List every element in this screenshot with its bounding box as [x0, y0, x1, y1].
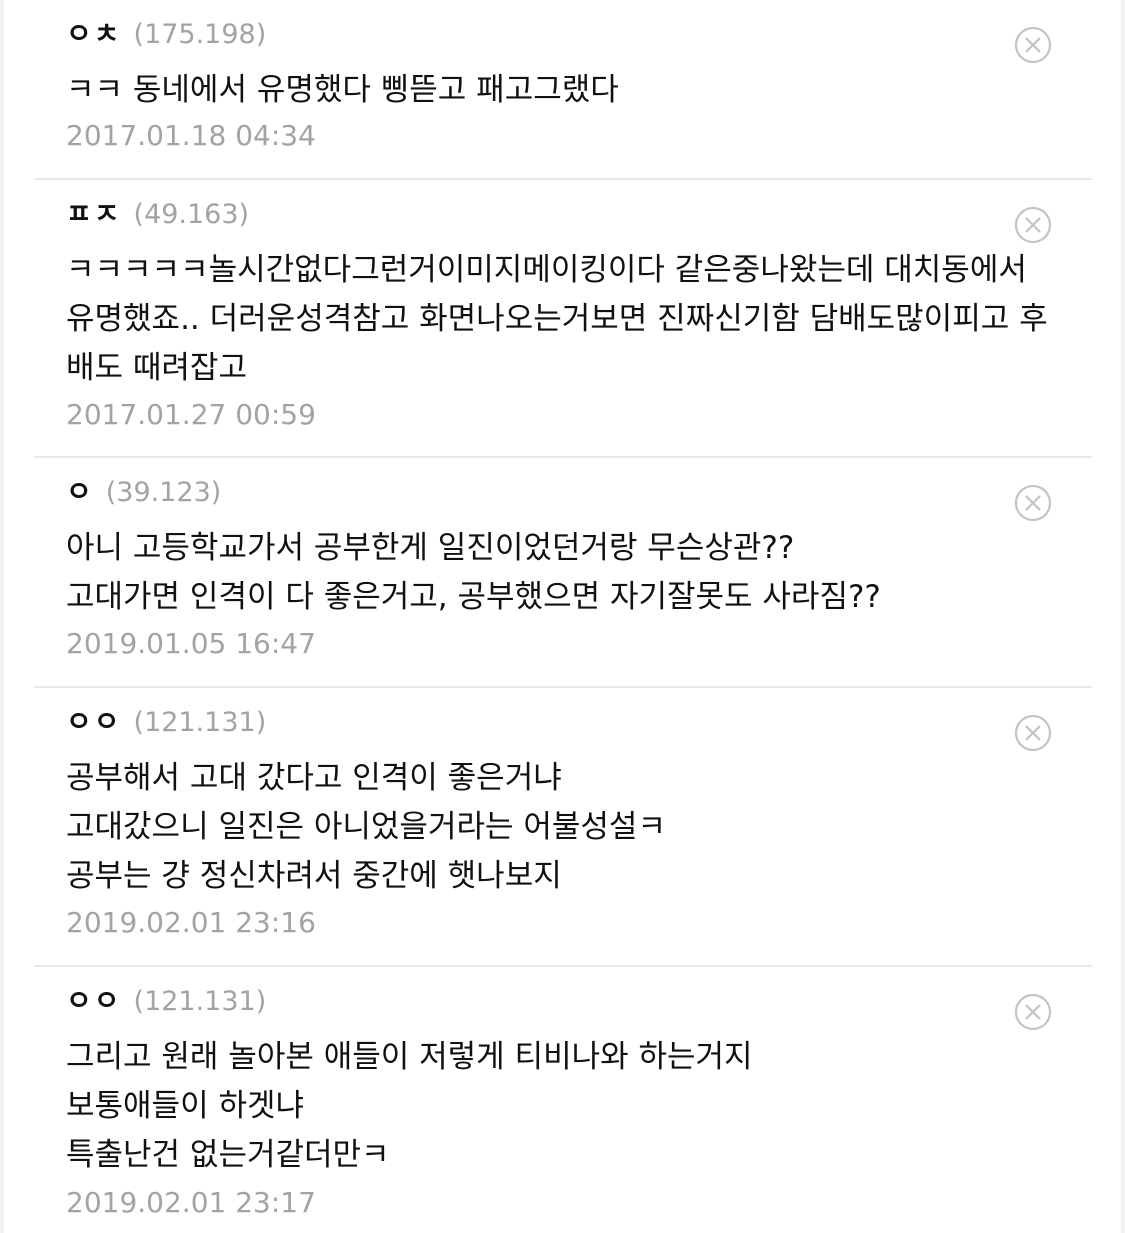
comment-ip: (121.131)	[133, 986, 267, 1017]
close-circle-icon	[1014, 206, 1052, 244]
comment-ip: (49.163)	[133, 199, 250, 230]
comment-text-line: 그리고 원래 놀아본 애들이 저렇게 티비나와 하는거지	[66, 1039, 753, 1075]
comment-header: ㅇㅊ (175.198)	[66, 14, 266, 54]
delete-comment-button[interactable]	[1014, 206, 1052, 244]
comment-item: ㅇㅇ (121.131) 공부해서 고대 갔다고 인격이 좋은거냐 고대갔으니 일…	[34, 688, 1092, 967]
comment-header: ㅇㅇ (121.131)	[66, 981, 266, 1021]
delete-comment-button[interactable]	[1014, 993, 1052, 1031]
comment-text-line: 아니 고등학교가서 공부한게 일진이었던거랑 무슨상관??	[66, 530, 795, 566]
comment-body: ㅋㅋ 동네에서 유명했다 삥뜯고 패고그랬다	[66, 66, 1042, 115]
comment-item: ㅇㅇ (121.131) 그리고 원래 놀아본 애들이 저렇게 티비나와 하는거지…	[34, 967, 1092, 1233]
delete-comment-button[interactable]	[1014, 26, 1052, 64]
comment-ip: (121.131)	[133, 707, 267, 738]
close-circle-icon	[1014, 714, 1052, 752]
comment-author: ㅇㅊ	[66, 17, 122, 50]
close-circle-icon	[1014, 26, 1052, 64]
delete-comment-button[interactable]	[1014, 484, 1052, 522]
close-circle-icon	[1014, 484, 1052, 522]
comment-text-line: 고대가면 인격이 다 좋은거고, 공부했으면 자기잘못도 사라짐??	[66, 579, 881, 615]
comment-date: 2019.02.01 23:17	[66, 1186, 316, 1219]
comment-body: ㅋㅋㅋㅋㅋ놀시간없다그런거이미지메이킹이다 같은중나왔는데 대치동에서 유명했죠…	[66, 246, 1048, 393]
comment-item: ㅇㅊ (175.198) ㅋㅋ 동네에서 유명했다 삥뜯고 패고그랬다 2017.…	[34, 0, 1092, 180]
comment-author: ㅇ	[66, 475, 94, 508]
comment-text-line: 공부해서 고대 갔다고 인격이 좋은거냐	[66, 760, 562, 796]
comment-ip: (175.198)	[133, 19, 267, 50]
comment-text-line: 배도 때려잡고	[66, 350, 247, 386]
comment-author: ㅇㅇ	[66, 705, 122, 738]
comment-author: ㅍㅈ	[66, 197, 122, 230]
close-circle-icon	[1014, 993, 1052, 1031]
comment-date: 2017.01.18 04:34	[66, 119, 316, 152]
comment-text-line: 특출난건 없는거같더만ㅋ	[66, 1137, 390, 1173]
comment-header: ㅇㅇ (121.131)	[66, 702, 266, 742]
comment-date: 2019.02.01 23:16	[66, 906, 316, 939]
comment-text-line: 고대갔으니 일진은 아니었을거라는 어불성설ㅋ	[66, 809, 666, 845]
comment-text-line: ㅋㅋ 동네에서 유명했다 삥뜯고 패고그랬다	[66, 72, 619, 108]
comment-header: ㅍㅈ (49.163)	[66, 194, 249, 234]
comment-header: ㅇ (39.123)	[66, 472, 221, 512]
delete-comment-button[interactable]	[1014, 714, 1052, 752]
comment-text-line: 보통애들이 하겟냐	[66, 1088, 305, 1124]
comment-date: 2019.01.05 16:47	[66, 627, 316, 660]
comment-text-line: 공부는 걍 정신차려서 중간에 햇나보지	[66, 858, 562, 894]
comment-body: 그리고 원래 놀아본 애들이 저렇게 티비나와 하는거지 보통애들이 하겟냐 특…	[66, 1033, 1042, 1180]
comment-body: 아니 고등학교가서 공부한게 일진이었던거랑 무슨상관?? 고대가면 인격이 다…	[66, 524, 1042, 622]
comment-item: ㅇ (39.123) 아니 고등학교가서 공부한게 일진이었던거랑 무슨상관?? …	[34, 458, 1092, 688]
comment-author: ㅇㅇ	[66, 984, 122, 1017]
comment-list: ㅇㅊ (175.198) ㅋㅋ 동네에서 유명했다 삥뜯고 패고그랬다 2017.…	[0, 0, 1125, 1233]
comment-text-line: ㅋㅋㅋㅋㅋ놀시간없다그런거이미지메이킹이다 같은중나왔는데 대치동에서	[66, 252, 1027, 288]
comment-item: ㅍㅈ (49.163) ㅋㅋㅋㅋㅋ놀시간없다그런거이미지메이킹이다 같은중나왔는데…	[34, 180, 1092, 458]
comment-date: 2017.01.27 00:59	[66, 398, 316, 431]
comment-ip: (39.123)	[105, 477, 222, 508]
comment-body: 공부해서 고대 갔다고 인격이 좋은거냐 고대갔으니 일진은 아니었을거라는 어…	[66, 754, 1042, 901]
comment-text-line: 유명했죠.. 더러운성격참고 화면나오는거보면 진짜신기함 담배도많이피고 후	[66, 301, 1048, 337]
